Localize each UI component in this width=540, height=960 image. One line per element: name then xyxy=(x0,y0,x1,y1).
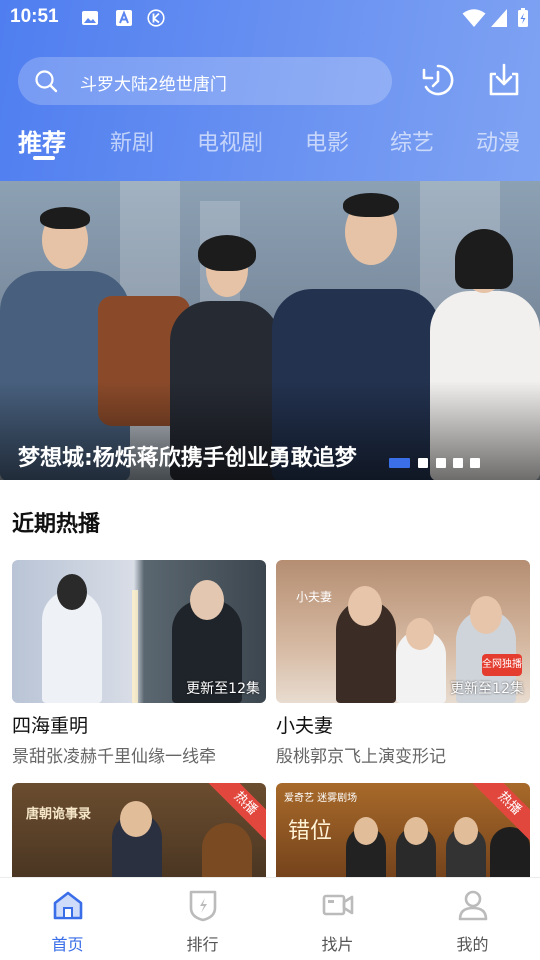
battery-icon xyxy=(518,8,528,27)
status-bar: 10:51 xyxy=(0,0,540,36)
header: 10:51 斗罗大陆2绝世唐门 推荐 新剧 电视剧 电影 综艺 动漫 xyxy=(0,0,540,182)
pagination-dot xyxy=(436,458,446,468)
video-camera-icon xyxy=(322,894,353,916)
card-poster[interactable]: 更新至12集 xyxy=(12,560,266,703)
card-description: 殷桃郭京飞上演变形记 xyxy=(276,747,446,767)
home-icon xyxy=(53,891,82,920)
nav-profile[interactable]: 我的 xyxy=(405,878,540,960)
poster-title-text: 小夫妻 xyxy=(296,590,333,604)
nav-label: 首页 xyxy=(51,935,84,954)
card-title[interactable]: 小夫妻 xyxy=(276,711,333,738)
ranking-icon xyxy=(189,890,216,922)
update-badge: 更新至12集 xyxy=(186,681,260,697)
download-icon[interactable] xyxy=(486,62,522,98)
card-description: 景甜张凌赫千里仙缘一线牵 xyxy=(12,747,216,767)
category-tabs: 推荐 新剧 电视剧 电影 综艺 动漫 xyxy=(0,120,540,170)
tab-movies[interactable]: 电影 xyxy=(305,125,349,157)
active-tab-indicator xyxy=(33,156,55,160)
pagination-dot xyxy=(453,458,463,468)
wifi-icon xyxy=(462,9,486,27)
history-icon[interactable] xyxy=(420,62,456,98)
exclusive-tag: 全网独播 xyxy=(482,654,522,676)
nav-label: 排行 xyxy=(186,935,219,954)
search-bar[interactable]: 斗罗大陆2绝世唐门 xyxy=(18,57,392,105)
user-icon xyxy=(458,890,487,921)
status-time: 10:51 xyxy=(10,6,59,27)
bottom-nav: 首页 排行 找片 我的 xyxy=(0,877,540,960)
nav-label: 找片 xyxy=(321,935,354,954)
tab-recommend[interactable]: 推荐 xyxy=(18,123,66,158)
nav-label: 我的 xyxy=(456,935,489,954)
poster-title-text: 唐朝诡事录 xyxy=(26,807,92,822)
nav-home[interactable]: 首页 xyxy=(0,878,135,960)
update-badge: 更新至12集 xyxy=(450,681,524,697)
banner-caption: 梦想城:杨烁蒋欣携手创业勇敢追梦 xyxy=(18,446,357,471)
pagination-dot-active xyxy=(389,458,410,468)
signal-icon xyxy=(491,9,507,27)
card-title[interactable]: 四海重明 xyxy=(12,711,88,738)
nav-ranking[interactable]: 排行 xyxy=(135,878,270,960)
pagination-dot xyxy=(470,458,480,468)
tab-anime[interactable]: 动漫 xyxy=(476,125,520,157)
gallery-icon xyxy=(82,11,98,25)
poster-title-text: 错位 xyxy=(288,819,333,844)
section-title: 近期热播 xyxy=(12,512,101,537)
featured-banner[interactable]: 梦想城:杨烁蒋欣携手创业勇敢追梦 xyxy=(0,181,540,480)
translate-icon xyxy=(116,10,132,26)
nav-find-video[interactable]: 找片 xyxy=(270,878,405,960)
poster-tag-text: 爱奇艺 迷雾剧场 xyxy=(284,793,358,804)
search-placeholder: 斗罗大陆2绝世唐门 xyxy=(80,75,227,95)
tab-tv-series[interactable]: 电视剧 xyxy=(197,125,263,157)
k-app-icon xyxy=(147,9,165,27)
tab-variety[interactable]: 综艺 xyxy=(390,125,434,157)
search-icon xyxy=(35,70,58,93)
pagination-dot xyxy=(418,458,428,468)
tab-new-drama[interactable]: 新剧 xyxy=(110,125,154,157)
card-poster[interactable]: 小夫妻 全网独播 更新至12集 xyxy=(276,560,530,703)
